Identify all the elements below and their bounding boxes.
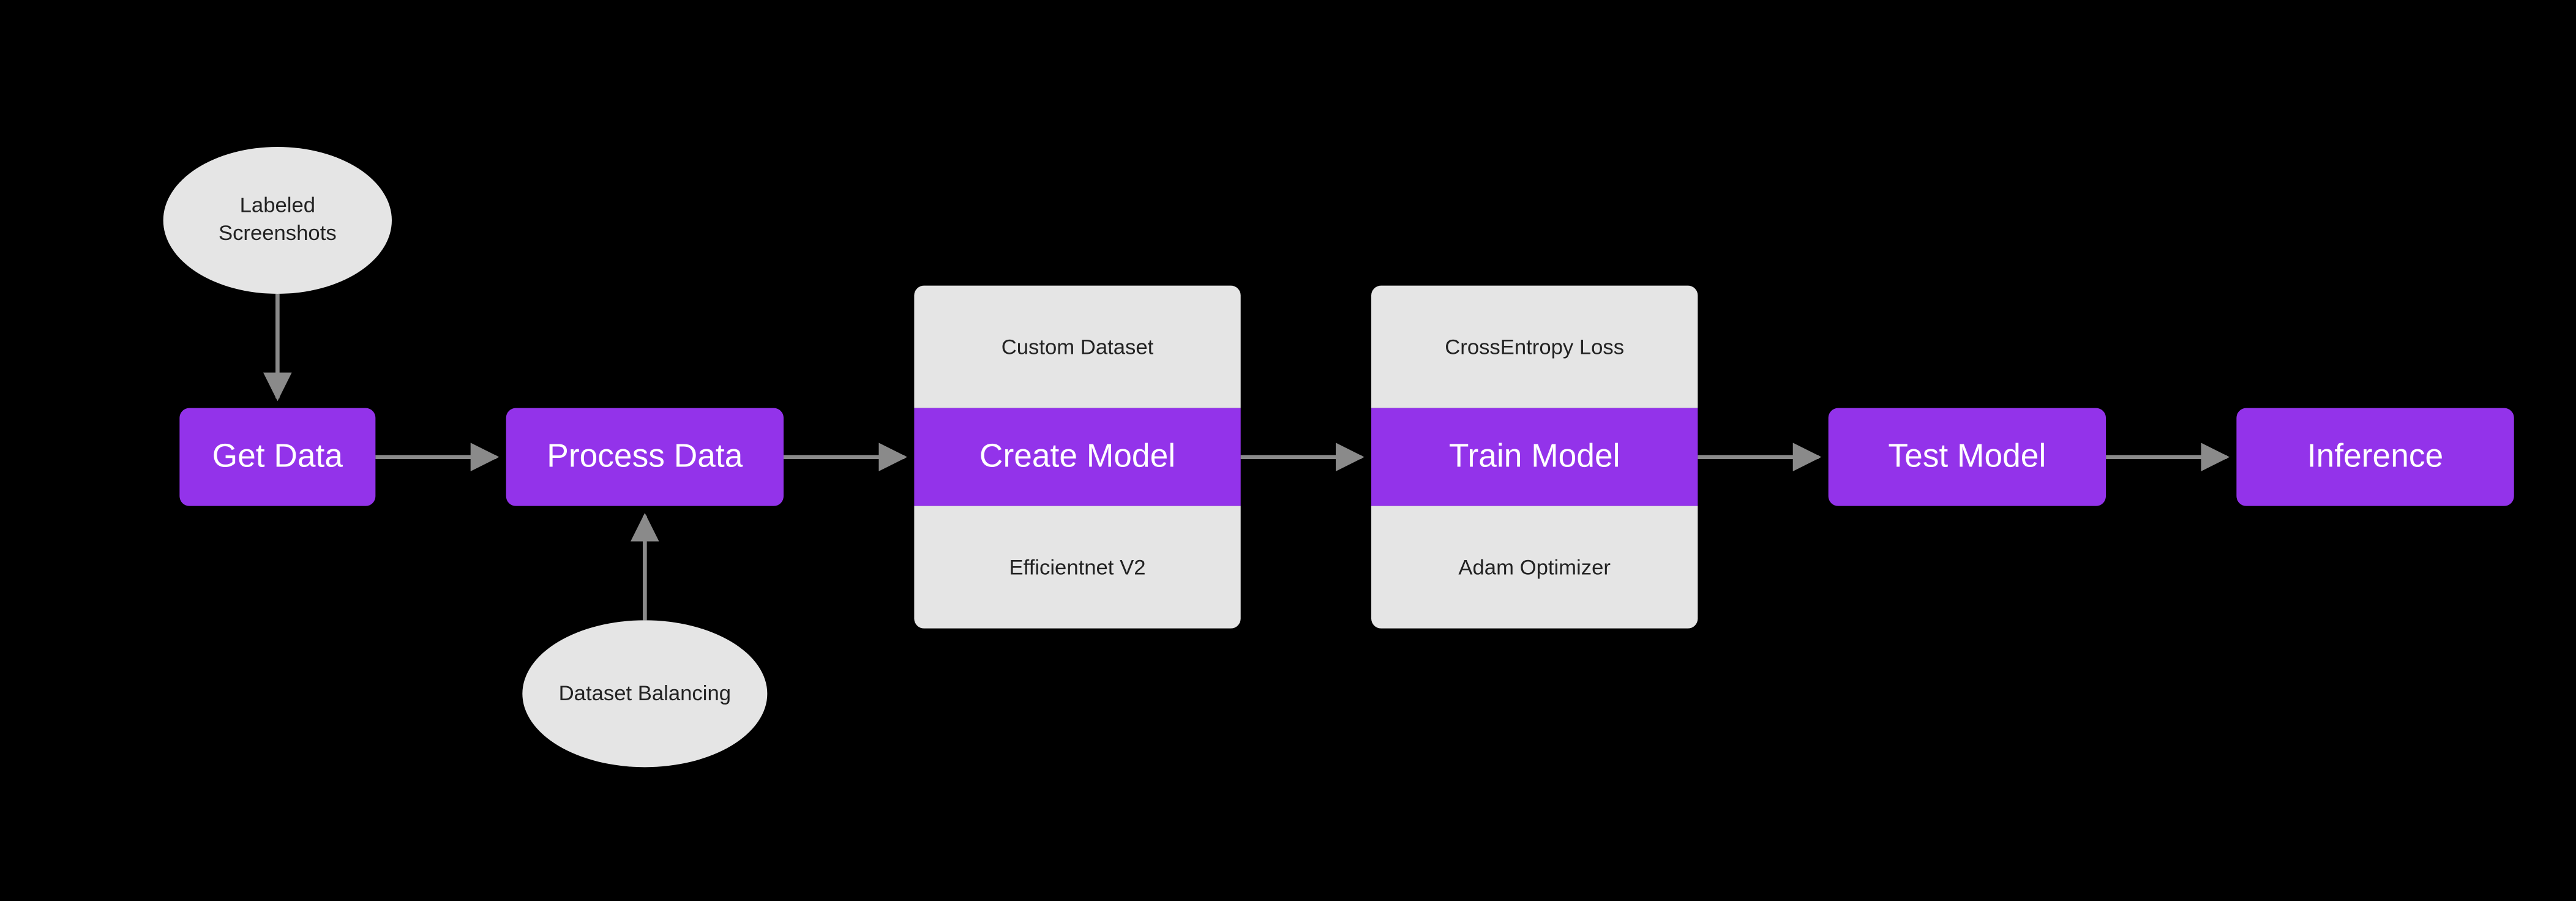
ellipse-dataset-balancing: Dataset Balancing bbox=[522, 620, 767, 767]
annotation-label: Adam Optimizer bbox=[1458, 555, 1611, 580]
step-label: Inference bbox=[2307, 438, 2443, 476]
step-create-model: Create Model bbox=[914, 408, 1240, 506]
step-test-model: Test Model bbox=[1829, 408, 2106, 506]
annotation-label: Custom Dataset bbox=[1002, 335, 1154, 359]
step-process-data: Process Data bbox=[506, 408, 784, 506]
annotation-crossentropy-loss: CrossEntropy Loss bbox=[1371, 286, 1698, 408]
ellipse-label-line2: Screenshots bbox=[219, 220, 337, 248]
annotation-adam-optimizer: Adam Optimizer bbox=[1371, 506, 1698, 629]
arrows-layer bbox=[0, 0, 2576, 901]
step-inference: Inference bbox=[2236, 408, 2514, 506]
step-label: Train Model bbox=[1449, 438, 1620, 476]
step-label: Test Model bbox=[1888, 438, 2046, 476]
annotation-label: Efficientnet V2 bbox=[1009, 555, 1146, 580]
step-label: Get Data bbox=[212, 438, 343, 476]
step-train-model: Train Model bbox=[1371, 408, 1698, 506]
annotation-label: CrossEntropy Loss bbox=[1445, 335, 1624, 359]
step-label: Process Data bbox=[547, 438, 743, 476]
step-label: Create Model bbox=[979, 438, 1175, 476]
annotation-custom-dataset: Custom Dataset bbox=[914, 286, 1240, 408]
step-get-data: Get Data bbox=[179, 408, 375, 506]
ellipse-label-line1: Labeled bbox=[240, 193, 315, 220]
ellipse-label: Dataset Balancing bbox=[559, 680, 731, 708]
annotation-efficientnet-v2: Efficientnet V2 bbox=[914, 506, 1240, 629]
ellipse-labeled-screenshots: Labeled Screenshots bbox=[163, 147, 392, 294]
